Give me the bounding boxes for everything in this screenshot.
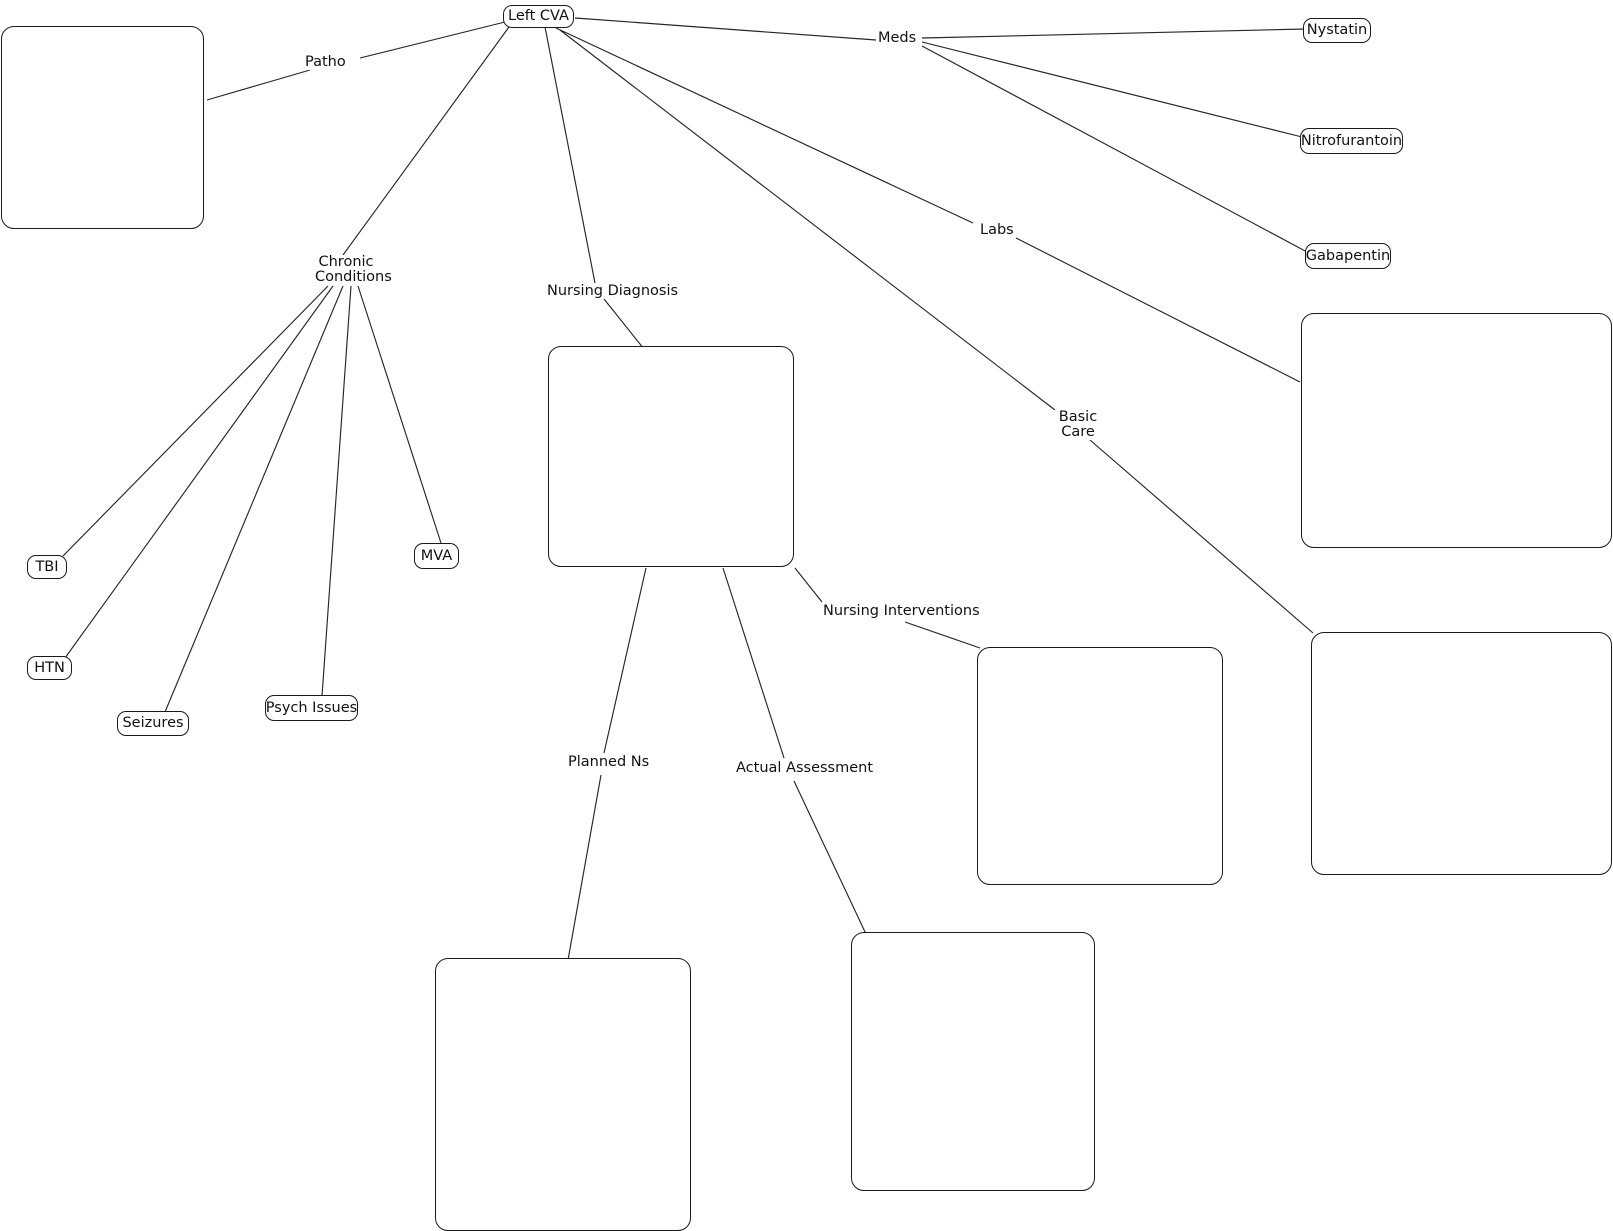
- edge-label-labs[interactable]: Labs: [978, 223, 1016, 238]
- patho-detail-box[interactable]: [1, 26, 204, 229]
- edge-chronic-to-htn: [64, 285, 334, 659]
- node-nitrofurantoin[interactable]: Nitrofurantoin: [1300, 128, 1403, 154]
- edge-actual-assess-to-box: [793, 780, 867, 935]
- edge-label-patho[interactable]: Patho: [303, 55, 348, 70]
- edge-root-to-chronic: [342, 26, 510, 256]
- nursing-interventions-box[interactable]: [977, 647, 1223, 885]
- nursing-diagnosis-box[interactable]: [548, 346, 794, 567]
- node-htn-label: HTN: [34, 659, 65, 676]
- node-seizures-label: Seizures: [122, 715, 184, 732]
- edge-root-to-patho: [359, 21, 506, 59]
- edge-label-nursing-interventions[interactable]: Nursing Interventions: [821, 604, 982, 619]
- node-mva[interactable]: MVA: [414, 543, 459, 569]
- edge-label-basic-care-text: Basic Care: [1058, 409, 1098, 440]
- edge-root-to-labs: [555, 27, 974, 224]
- concept-map-canvas: Left CVA Patho Chronic Conditions Nursin…: [0, 0, 1613, 1231]
- edge-chronic-to-seizures: [164, 285, 344, 713]
- edge-ndbox-to-planned-ns-label: [603, 567, 647, 754]
- edge-interventions-to-box: [904, 621, 981, 649]
- node-nitrofurantoin-label: Nitrofurantoin: [1300, 132, 1403, 149]
- edge-labs-to-box: [1015, 237, 1301, 383]
- edge-meds-to-nystatin: [921, 28, 1306, 39]
- edge-ndbox-to-actual-assess-label: [722, 567, 785, 759]
- edge-label-basic-care[interactable]: Basic Care: [1052, 410, 1104, 440]
- edge-label-chronic-conditions-text: Chronic Conditions: [315, 254, 392, 285]
- edge-chronic-to-tbi: [62, 285, 329, 557]
- edge-chronic-to-mva: [357, 285, 442, 544]
- node-mva-label: MVA: [420, 547, 453, 564]
- node-tbi-label: TBI: [35, 558, 59, 575]
- node-nystatin-label: Nystatin: [1306, 22, 1368, 39]
- edge-planned-ns-to-box: [567, 774, 602, 961]
- labs-detail-box[interactable]: [1301, 313, 1612, 548]
- edge-basic-care-to-box: [1089, 439, 1314, 634]
- basic-care-box[interactable]: [1311, 632, 1612, 875]
- node-nystatin[interactable]: Nystatin: [1303, 18, 1371, 43]
- node-tbi[interactable]: TBI: [27, 555, 67, 579]
- edge-label-chronic-conditions[interactable]: Chronic Conditions: [313, 255, 392, 285]
- edge-nursing-dx-to-box: [603, 298, 645, 350]
- edge-label-meds[interactable]: Meds: [876, 31, 919, 46]
- node-gabapentin[interactable]: Gabapentin: [1305, 243, 1391, 269]
- node-psych-issues[interactable]: Psych Issues: [265, 695, 358, 721]
- root-node-label: Left CVA: [508, 8, 569, 25]
- node-gabapentin-label: Gabapentin: [1305, 247, 1391, 264]
- node-seizures[interactable]: Seizures: [117, 711, 189, 736]
- edge-label-actual-assessment[interactable]: Actual Assessment: [734, 761, 876, 776]
- edge-label-nursing-diagnosis[interactable]: Nursing Diagnosis: [545, 284, 681, 299]
- actual-assessment-box[interactable]: [851, 932, 1095, 1191]
- edge-meds-to-nitrofurantoin: [921, 41, 1303, 138]
- edge-root-to-nursing-dx: [544, 26, 596, 284]
- edge-root-to-meds: [574, 17, 877, 41]
- node-htn[interactable]: HTN: [27, 656, 72, 680]
- edge-label-planned-ns[interactable]: Planned Ns: [566, 755, 652, 770]
- root-node-left-cva[interactable]: Left CVA: [503, 5, 574, 28]
- edge-patho-to-box: [206, 69, 311, 101]
- planned-ns-box[interactable]: [435, 958, 691, 1231]
- edge-layer: [62, 17, 1314, 961]
- node-psych-issues-label: Psych Issues: [265, 699, 358, 716]
- edge-chronic-to-psych: [321, 285, 352, 697]
- edge-ndbox-to-interventions-label: [794, 567, 823, 603]
